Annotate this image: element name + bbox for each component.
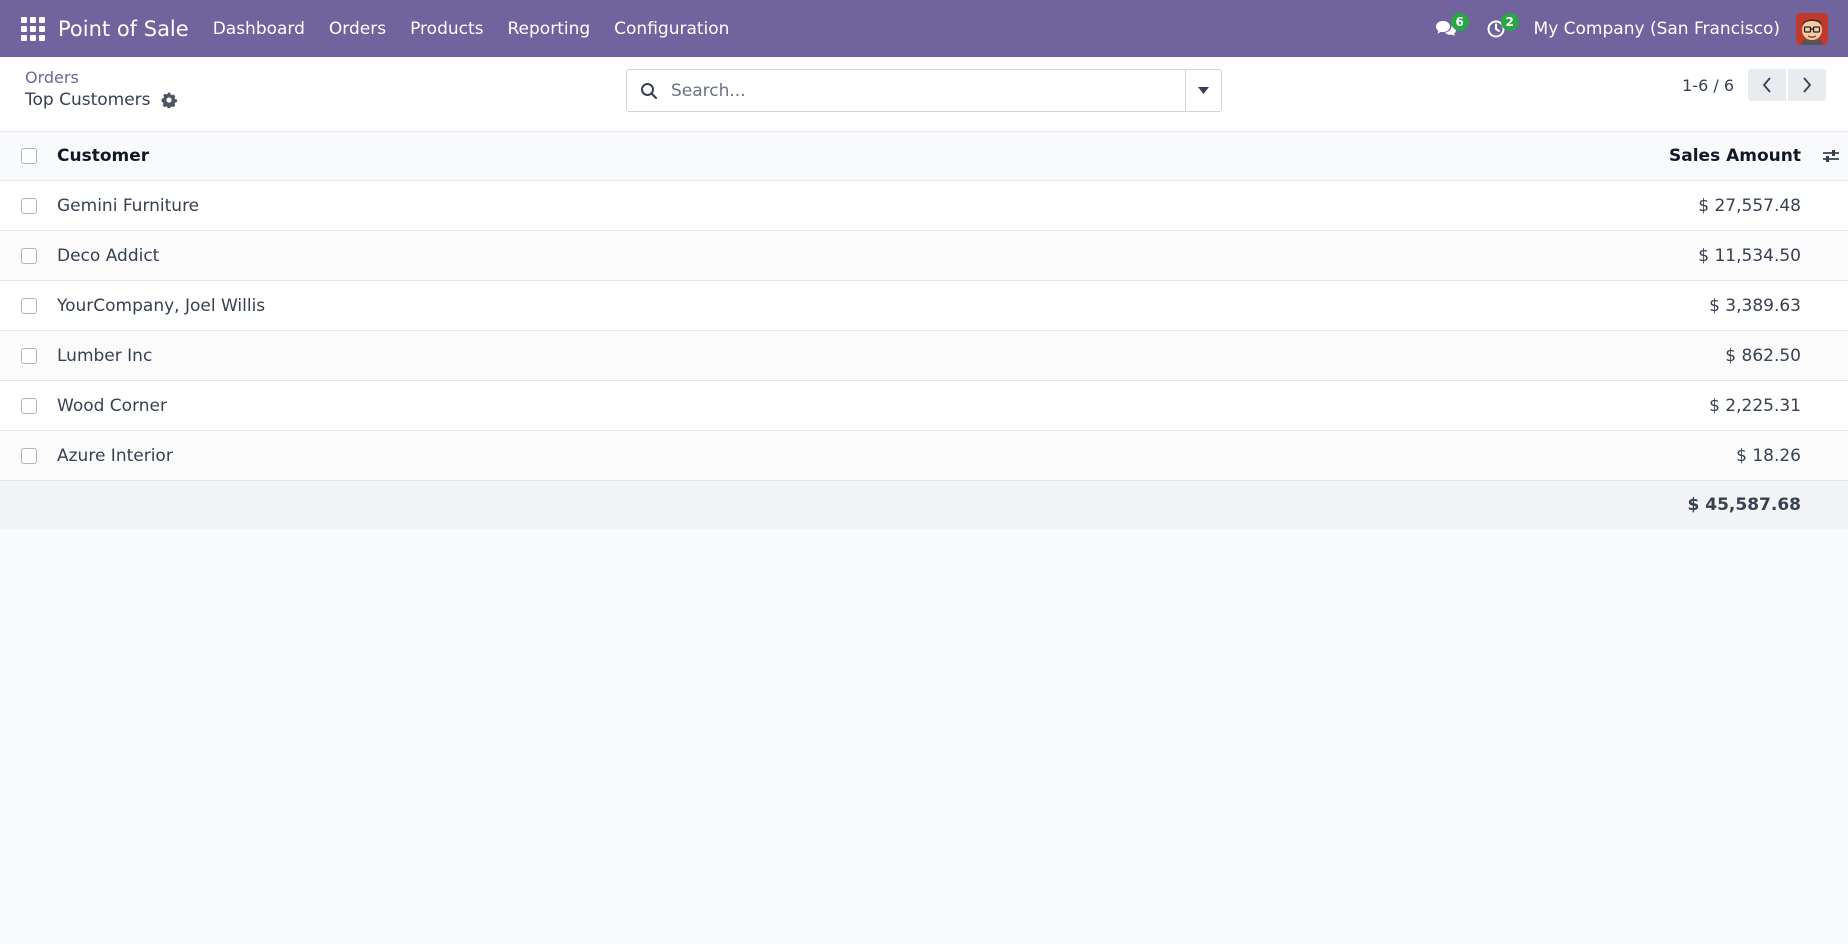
search-options-toggle[interactable] [1185,70,1221,111]
app-menu-icon[interactable] [18,14,48,44]
activities-button[interactable]: 2 [1476,0,1519,57]
chevron-left-icon [1762,77,1771,93]
search-bar [626,69,1222,112]
menu-item-reporting[interactable]: Reporting [496,19,603,39]
column-header-customer[interactable]: Customer [57,146,1501,166]
table-footer: $ 45,587.68 [0,481,1848,529]
pager-next-button[interactable] [1788,69,1826,101]
pager: 1-6 / 6 [1682,69,1826,101]
top-navbar: Point of Sale Dashboard Orders Products … [0,0,1848,57]
customer-cell: YourCompany, Joel Willis [57,295,266,316]
app-brand[interactable]: Point of Sale [58,17,189,41]
row-checkbox[interactable] [21,247,37,264]
table-row[interactable]: Wood Corner $ 2,225.31 [0,381,1848,431]
row-checkbox[interactable] [21,397,37,414]
column-header-sales-amount[interactable]: Sales Amount [1501,146,1801,166]
user-avatar[interactable] [1796,12,1828,45]
row-checkbox[interactable] [21,197,37,214]
customers-table: Customer Sales Amount Gemini Furniture $… [0,132,1848,529]
sales-amount-cell: $ 27,557.48 [1698,195,1801,216]
menu-item-configuration[interactable]: Configuration [602,19,741,39]
menu-item-orders[interactable]: Orders [317,19,398,39]
user-avatar-icon [1796,12,1828,45]
sales-amount-cell: $ 3,389.63 [1709,295,1801,316]
row-checkbox[interactable] [21,347,37,364]
activities-badge: 2 [1500,13,1519,31]
pager-previous-button[interactable] [1748,69,1786,101]
optional-columns-icon[interactable] [1813,146,1848,166]
row-checkbox[interactable] [21,447,37,464]
customer-cell: Wood Corner [57,395,167,416]
select-all-checkbox[interactable] [21,148,37,164]
customer-cell: Deco Addict [57,245,160,266]
sales-amount-cell: $ 862.50 [1725,345,1801,366]
breadcrumb-current: Top Customers [25,90,177,110]
table-row[interactable]: Deco Addict $ 11,534.50 [0,231,1848,281]
table-row[interactable]: Azure Interior $ 18.26 [0,431,1848,481]
control-panel: Orders Top Customers 1-6 / 6 [0,57,1848,132]
company-switcher[interactable]: My Company (San Francisco) [1534,19,1780,39]
messages-badge: 6 [1450,13,1469,31]
page-title: Top Customers [25,90,151,110]
table-row[interactable]: YourCompany, Joel Willis $ 3,389.63 [0,281,1848,331]
sales-amount-cell: $ 18.26 [1736,445,1801,466]
table-header: Customer Sales Amount [0,132,1848,181]
row-checkbox[interactable] [21,297,37,314]
customer-cell: Azure Interior [57,445,173,466]
search-input[interactable] [671,70,1185,111]
sales-amount-cell: $ 2,225.31 [1709,395,1801,416]
pager-value[interactable]: 1-6 / 6 [1682,76,1734,95]
breadcrumb-orders[interactable]: Orders [25,68,79,87]
messaging-button[interactable]: 6 [1426,0,1469,57]
chevron-right-icon [1803,77,1812,93]
sales-amount-total: $ 45,587.68 [1687,495,1801,515]
customer-cell: Gemini Furniture [57,195,200,216]
sales-amount-cell: $ 11,534.50 [1698,245,1801,266]
caret-down-icon [1198,87,1209,94]
systray: 6 2 My Company (San Francisco) [1426,0,1848,57]
menu-item-dashboard[interactable]: Dashboard [201,19,317,39]
table-row[interactable]: Lumber Inc $ 862.50 [0,331,1848,381]
gear-icon[interactable] [161,92,177,108]
search-icon [627,70,671,111]
main-menu: Dashboard Orders Products Reporting Conf… [201,19,742,39]
customer-cell: Lumber Inc [57,345,153,366]
table-row[interactable]: Gemini Furniture $ 27,557.48 [0,181,1848,231]
menu-item-products[interactable]: Products [398,19,495,39]
